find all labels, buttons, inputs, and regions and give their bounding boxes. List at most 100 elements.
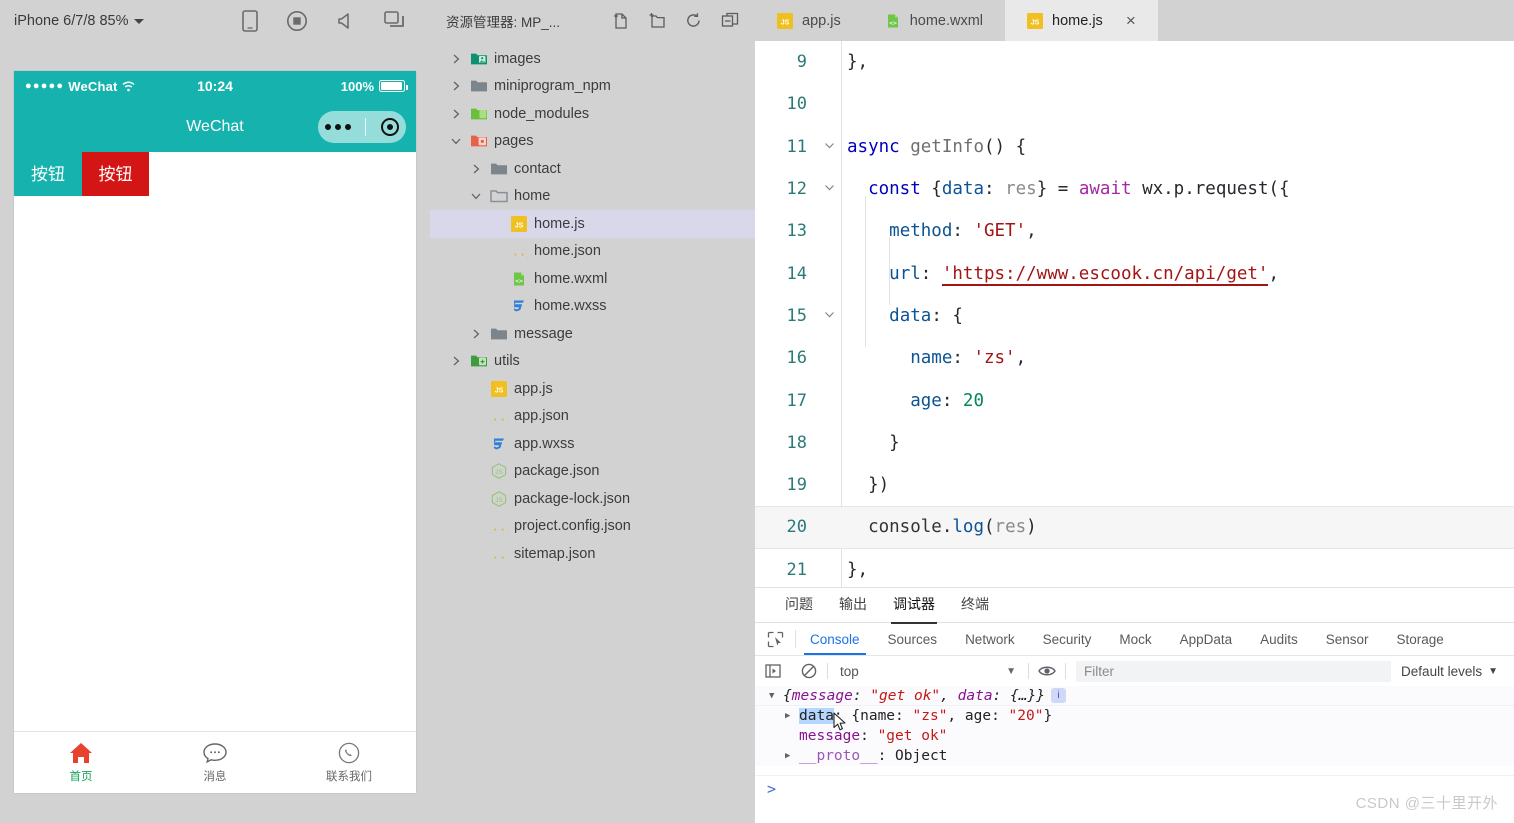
tree-item-miniprogram-npm[interactable]: miniprogram_npm (430, 73, 755, 101)
chevron-right-icon[interactable] (468, 161, 484, 177)
devtools-tab-security[interactable]: Security (1029, 623, 1106, 655)
device-selector[interactable]: iPhone 6/7/8 85% (14, 13, 145, 29)
fold-chevron-icon[interactable] (817, 309, 841, 323)
file-tree[interactable]: images miniprogram_npm node_modules pages co… (430, 41, 755, 568)
devtools-tab-console[interactable]: Console (796, 623, 874, 655)
code-line-16[interactable]: 16 name: 'zs', (755, 337, 1514, 379)
chevron-down-icon[interactable] (468, 188, 484, 204)
tree-item-utils[interactable]: utils (430, 348, 755, 376)
console-levels-selector[interactable]: Default levels ▼ (1401, 664, 1514, 679)
live-expression-icon[interactable] (1029, 664, 1065, 678)
tree-item-label: app.js (514, 380, 553, 397)
tree-item-home-wxml[interactable]: <> home.wxml (430, 265, 755, 293)
tree-item-node-modules[interactable]: node_modules (430, 100, 755, 128)
tree-item-app-json[interactable]: {..} app.json (430, 403, 755, 431)
triangle-down-icon[interactable]: ▼ (769, 691, 783, 701)
fold-chevron-icon[interactable] (817, 140, 841, 154)
editor-tab-home-js[interactable]: JS home.js × (1005, 0, 1158, 41)
more-dots-icon[interactable] (325, 123, 352, 130)
code-line-19[interactable]: 19 }) (755, 464, 1514, 506)
editor-tab-home-wxml[interactable]: <> home.wxml (863, 0, 1005, 41)
show-console-sidebar-icon[interactable] (755, 663, 791, 679)
code-line-18[interactable]: 18 } (755, 422, 1514, 464)
editor-tab-app-js[interactable]: JS app.js (755, 0, 863, 41)
tree-item-home[interactable]: home (430, 183, 755, 211)
code-line-13[interactable]: 13 method: 'GET', (755, 210, 1514, 252)
info-icon[interactable]: i (1050, 688, 1066, 703)
console-row-2[interactable]: message: "get ok" (755, 726, 1514, 746)
devtools-tabbar[interactable]: Console Sources Network Security Mock AppData… (755, 622, 1514, 655)
new-folder-icon[interactable] (648, 12, 666, 30)
code-line-12[interactable]: 12 const {data: res} = await wx.p.reques… (755, 168, 1514, 210)
tree-item-images[interactable]: images (430, 45, 755, 73)
close-target-icon[interactable] (380, 117, 399, 136)
chevron-right-icon[interactable] (448, 106, 464, 122)
panel-tab-0[interactable]: 问题 (785, 594, 813, 616)
capsule-menu[interactable] (318, 110, 406, 143)
console-row-0[interactable]: ▼ {message: "get ok", data: {…}} i (755, 686, 1514, 706)
panel-tab-3[interactable]: 终端 (961, 594, 989, 616)
tree-item-pages[interactable]: pages (430, 128, 755, 156)
tree-item-package-json[interactable]: JS package.json (430, 458, 755, 486)
console-row-1[interactable]: ▶ data: {name: "zs", age: "20"} (755, 706, 1514, 726)
code-line-15[interactable]: 15 data: { (755, 295, 1514, 337)
devtools-tab-audits[interactable]: Audits (1246, 623, 1312, 655)
tabbar-item-contact[interactable]: 联系我们 (282, 741, 416, 784)
chevron-right-icon[interactable] (448, 353, 464, 369)
console-context-selector[interactable]: top ▼ (828, 664, 1028, 679)
warn-button[interactable]: 按钮 (82, 152, 149, 196)
clear-console-icon[interactable] (791, 663, 827, 679)
tree-item-package-lock-json[interactable]: JS package-lock.json (430, 485, 755, 513)
new-file-icon[interactable] (612, 12, 629, 30)
code-line-10[interactable]: 10 (755, 83, 1514, 125)
tree-item-sitemap-json[interactable]: {..} sitemap.json (430, 540, 755, 568)
console-row-3[interactable]: ▶ __proto__: Object (755, 746, 1514, 766)
chevron-right-icon[interactable] (448, 78, 464, 94)
tree-item-home-js[interactable]: JS home.js (430, 210, 755, 238)
chevron-right-icon[interactable] (448, 51, 464, 67)
tree-item-app-wxss[interactable]: app.wxss (430, 430, 755, 458)
tree-item-home-wxss[interactable]: home.wxss (430, 293, 755, 321)
tabbar-item-message[interactable]: 消息 (148, 741, 282, 784)
tabbar-item-home[interactable]: 首页 (14, 741, 148, 784)
code-line-17[interactable]: 17 age: 20 (755, 379, 1514, 421)
code-line-11[interactable]: 11 async getInfo() { (755, 126, 1514, 168)
code-line-14[interactable]: 14 url: 'https://www.escook.cn/api/get', (755, 252, 1514, 294)
code-line-20[interactable]: 20 console.log(res) (755, 506, 1514, 549)
record-icon[interactable] (286, 10, 308, 32)
folder-plain (490, 160, 508, 178)
close-icon[interactable]: × (1126, 12, 1136, 29)
fold-chevron-icon[interactable] (817, 182, 841, 196)
collapse-all-icon[interactable] (721, 12, 739, 30)
device-icon[interactable] (242, 9, 258, 32)
code-line-9[interactable]: 9}, (755, 41, 1514, 83)
tree-item-app-js[interactable]: JS app.js (430, 375, 755, 403)
devtools-tab-network[interactable]: Network (951, 623, 1029, 655)
devtools-tab-mock[interactable]: Mock (1105, 623, 1165, 655)
devtools-tab-appdata[interactable]: AppData (1166, 623, 1247, 655)
triangle-right-icon[interactable]: ▶ (785, 711, 799, 721)
tree-item-contact[interactable]: contact (430, 155, 755, 183)
editor-tabbar[interactable]: JS app.js <> home.wxml JS home.js × (755, 0, 1514, 41)
tree-item-home-json[interactable]: {..} home.json (430, 238, 755, 266)
code-line-text: name: 'zs', (910, 348, 1027, 369)
panel-tab-1[interactable]: 输出 (839, 594, 867, 616)
volume-icon[interactable] (336, 11, 356, 31)
devtools-tab-storage[interactable]: Storage (1382, 623, 1457, 655)
inspect-element-icon[interactable] (755, 623, 795, 655)
panel-tabs[interactable]: 问题 输出 调试器 终端 (755, 587, 1514, 624)
devtools-tab-sources[interactable]: Sources (874, 623, 952, 655)
code-editor[interactable]: 9}, 10 11 async getInfo() {12 const {data: … (755, 41, 1514, 587)
tree-item-message[interactable]: message (430, 320, 755, 348)
triangle-right-icon[interactable]: ▶ (785, 751, 799, 761)
code-line-21[interactable]: 21}, (755, 549, 1514, 587)
chevron-right-icon[interactable] (468, 326, 484, 342)
tree-item-project-config-json[interactable]: {..} project.config.json (430, 513, 755, 541)
chevron-down-icon[interactable] (448, 133, 464, 149)
multi-window-icon[interactable] (384, 10, 406, 31)
refresh-icon[interactable] (685, 12, 702, 30)
devtools-tab-sensor[interactable]: Sensor (1312, 623, 1383, 655)
console-filter-input[interactable]: Filter (1076, 660, 1392, 682)
panel-tab-2[interactable]: 调试器 (891, 594, 937, 624)
primary-button[interactable]: 按钮 (14, 152, 82, 196)
